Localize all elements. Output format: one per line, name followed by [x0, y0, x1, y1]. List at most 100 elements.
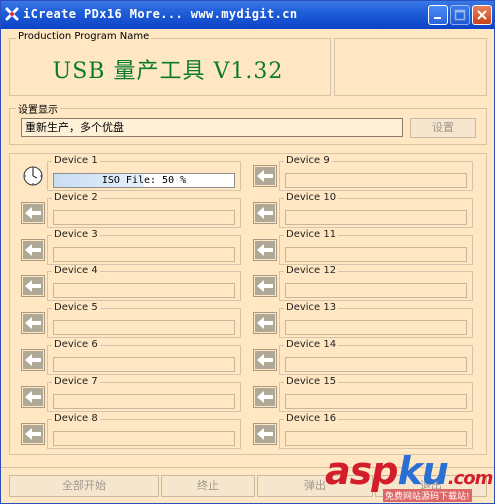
device-frame: Device 2: [47, 191, 241, 228]
arrow-left-icon[interactable]: [21, 422, 45, 445]
arrow-left-icon[interactable]: [253, 238, 277, 261]
arrow-left-icon[interactable]: [21, 275, 45, 298]
watermark-subtitle: 免费网站源码下载站!: [383, 489, 472, 502]
device-label: Device 13: [284, 302, 339, 314]
stop-button[interactable]: 终止: [161, 475, 255, 497]
device-label: Device 12: [284, 265, 339, 277]
arrow-left-icon[interactable]: [253, 312, 277, 335]
device-label: Device 7: [52, 375, 100, 387]
arrow-left-icon[interactable]: [21, 349, 45, 371]
app-window: iCreate PDx16 More... www.mydigit.cn Pro…: [0, 0, 495, 504]
device-label: Device 2: [52, 191, 100, 203]
arrow-left-icon[interactable]: [253, 422, 277, 445]
device-progress: [285, 209, 467, 225]
arrow-left-icon[interactable]: [21, 312, 45, 335]
device-label: Device 3: [52, 228, 100, 240]
device-frame: Device 6: [47, 339, 241, 375]
minimize-icon: [434, 17, 441, 19]
device-panel: Device 5: [21, 302, 241, 339]
device-frame: Device 3: [47, 228, 241, 265]
device-frame: Device 4: [47, 265, 241, 302]
device-label: Device 16: [284, 412, 339, 424]
watermark-brand: aspku.com: [325, 449, 493, 493]
title-bar[interactable]: iCreate PDx16 More... www.mydigit.cn: [1, 1, 494, 29]
device-frame: Device 16: [279, 412, 473, 449]
device-panel: Device 9: [253, 155, 473, 191]
device-frame: Device 1 ISO File: 50 %: [47, 155, 241, 191]
arrow-left-icon[interactable]: [253, 349, 277, 371]
device-progress: [53, 283, 235, 299]
device-progress: [285, 393, 467, 409]
program-side-panel: [334, 38, 487, 96]
arrow-left-icon[interactable]: [253, 275, 277, 298]
device-panel: Device 14: [253, 339, 473, 375]
device-label: Device 4: [52, 265, 100, 277]
device-progress: [285, 246, 467, 262]
device-label: Device 14: [284, 339, 339, 350]
device-frame: Device 12: [279, 265, 473, 302]
device-panel: Device 8: [21, 412, 241, 449]
device-panel: Device 16: [253, 412, 473, 449]
device-frame: Device 14: [279, 339, 473, 375]
device-progress: [53, 393, 235, 409]
device-frame: Device 15: [279, 375, 473, 412]
arrow-left-icon[interactable]: [253, 165, 277, 187]
clock-icon[interactable]: [21, 165, 45, 187]
arrow-left-icon[interactable]: [253, 385, 277, 408]
maximize-icon: [454, 9, 466, 21]
arrow-left-icon[interactable]: [253, 201, 277, 224]
device-panel: Device 6: [21, 339, 241, 375]
arrow-left-icon[interactable]: [21, 385, 45, 408]
window-title: iCreate PDx16 More... www.mydigit.cn: [23, 7, 298, 21]
device-label: Device 10: [284, 191, 339, 203]
close-icon: [477, 10, 487, 20]
arrow-left-icon[interactable]: [21, 238, 45, 261]
device-panel: Device 13: [253, 302, 473, 339]
device-progress: [53, 357, 235, 372]
device-progress: [285, 430, 467, 446]
watermark: aspku.com 免费网站源码下载站!: [325, 449, 495, 503]
settings-group-label: 设置显示: [16, 101, 60, 116]
device-frame: Device 13: [279, 302, 473, 339]
device-progress-text: ISO File: 50 %: [101, 175, 187, 186]
device-progress: [53, 246, 235, 262]
device-progress: ISO File: 50 %: [53, 173, 235, 188]
start-all-button[interactable]: 全部开始: [9, 475, 159, 497]
device-progress: [285, 320, 467, 336]
program-group-label: Production Program Name: [16, 31, 152, 42]
device-progress: [285, 173, 467, 188]
device-progress: [53, 320, 235, 336]
device-panel: Device 11: [253, 228, 473, 265]
device-frame: Device 10: [279, 191, 473, 228]
device-label: Device 1: [52, 155, 100, 166]
device-panel: Device 12: [253, 265, 473, 302]
device-frame: Device 11: [279, 228, 473, 265]
device-frame: Device 8: [47, 412, 241, 449]
settings-status: 重新生产，多个优盘: [21, 118, 403, 137]
program-name: USB 量产工具 V1.32: [52, 59, 284, 84]
arrow-left-icon[interactable]: [21, 201, 45, 224]
device-panel: Device 2: [21, 191, 241, 228]
maximize-button[interactable]: [450, 5, 470, 25]
device-frame: Device 5: [47, 302, 241, 339]
close-button[interactable]: [472, 5, 492, 25]
device-panel: Device 15: [253, 375, 473, 412]
device-progress: [53, 209, 235, 225]
device-progress: [285, 357, 467, 372]
device-panel: Device 10: [253, 191, 473, 228]
device-label: Device 8: [52, 412, 100, 424]
device-label: Device 6: [52, 339, 100, 350]
settings-button[interactable]: 设置: [410, 118, 476, 138]
device-panel: Device 3: [21, 228, 241, 265]
device-panel: Device 4: [21, 265, 241, 302]
device-panel: Device 1 ISO File: 50 %: [21, 155, 241, 191]
device-label: Device 11: [284, 228, 339, 240]
device-panel: Device 7: [21, 375, 241, 412]
program-group: Production Program Name USB 量产工具 V1.32: [9, 31, 331, 96]
device-progress: [53, 430, 235, 446]
app-icon: [5, 7, 19, 21]
device-progress: [285, 283, 467, 299]
device-label: Device 5: [52, 302, 100, 314]
device-label: Device 15: [284, 375, 339, 387]
minimize-button[interactable]: [428, 5, 448, 25]
